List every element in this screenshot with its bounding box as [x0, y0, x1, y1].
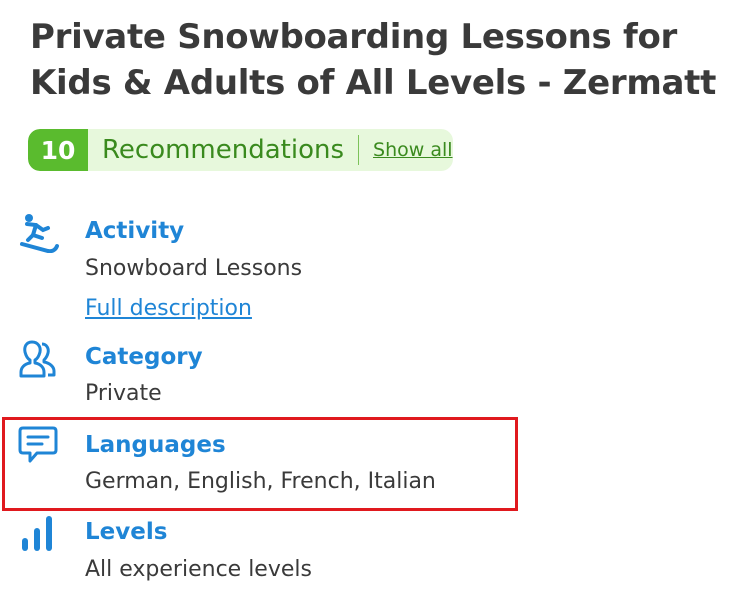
activity-label: Activity	[85, 218, 185, 244]
activity-value: Snowboard Lessons	[85, 256, 303, 281]
show-all-link[interactable]: Show all	[373, 139, 453, 161]
recommendations-count: 10	[28, 129, 88, 171]
user-outline-icon	[18, 338, 60, 380]
full-description-link[interactable]: Full description	[85, 296, 252, 321]
recommendations-badge: 10 Recommendations Show all	[28, 129, 453, 171]
page-title: Private Snowboarding Lessons for Kids & …	[30, 17, 717, 103]
levels-value: All experience levels	[85, 557, 312, 582]
bar-chart-icon	[18, 512, 60, 554]
levels-label: Levels	[85, 519, 168, 545]
recommendations-divider	[358, 135, 360, 165]
snowboarder-icon	[18, 211, 60, 254]
languages-value: German, English, French, Italian	[85, 469, 436, 494]
languages-label: Languages	[85, 432, 226, 458]
recommendations-label: Recommendations	[102, 135, 345, 165]
languages-highlight-box	[2, 417, 518, 511]
chat-bubble-icon	[18, 424, 60, 466]
category-label: Category	[85, 344, 203, 370]
category-value: Private	[85, 381, 162, 406]
